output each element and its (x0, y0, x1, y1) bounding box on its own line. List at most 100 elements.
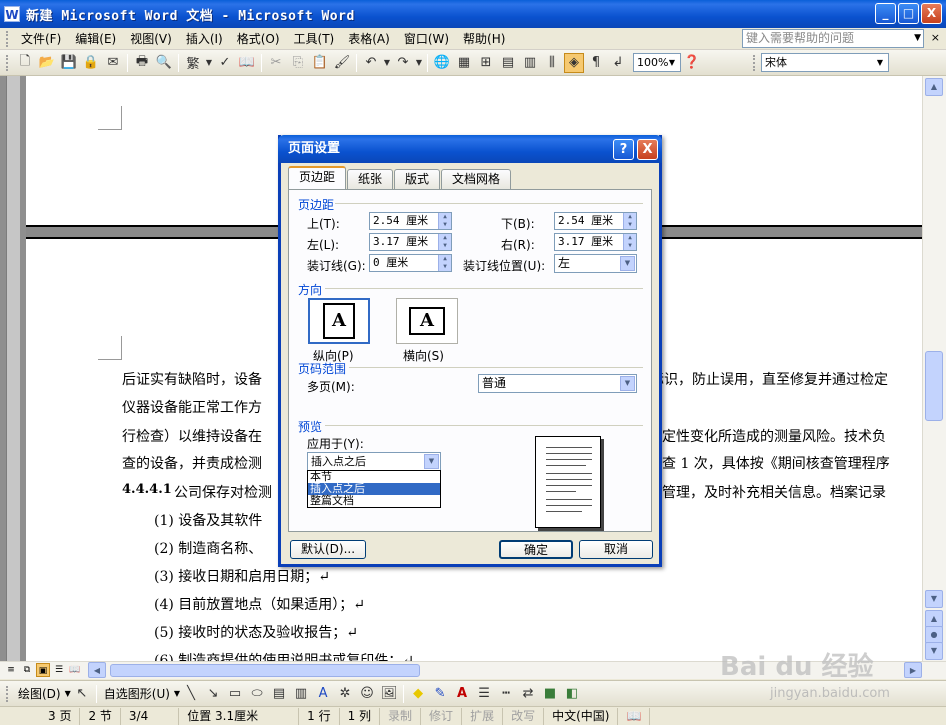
menu-help[interactable]: 帮助(H) (456, 28, 512, 49)
wordart-icon[interactable]: A (313, 684, 333, 704)
help-icon[interactable]: ❓ (682, 53, 702, 73)
arrow-style-icon[interactable]: ⇄ (518, 684, 538, 704)
menu-window[interactable]: 窗口(W) (397, 28, 456, 49)
chevron-down-icon[interactable]: ▼ (205, 53, 213, 73)
dialog-help-button[interactable]: ? (613, 139, 634, 160)
dash-style-icon[interactable]: ┅ (496, 684, 516, 704)
columns-icon[interactable]: ▥ (520, 53, 540, 73)
cancel-button[interactable]: 取消 (579, 540, 653, 559)
chevron-down-icon[interactable]: ▼ (620, 256, 635, 271)
document-map-icon[interactable]: ◈ (564, 52, 584, 73)
menu-edit[interactable]: 编辑(E) (68, 28, 123, 49)
scroll-left-icon[interactable]: ◀ (88, 662, 106, 678)
chevron-down-icon[interactable]: ▼ (620, 376, 635, 391)
status-overtype[interactable]: 改写 (503, 707, 545, 725)
spelling-icon[interactable]: ✓ (215, 53, 235, 73)
print-view-icon[interactable]: ▣ (36, 663, 50, 677)
picture-icon[interactable]: 🖼 (379, 684, 399, 704)
chevron-down-icon[interactable]: ▼ (873, 55, 887, 70)
spinner-arrows-icon[interactable]: ▲ ▼ (438, 213, 451, 229)
gutter-spinner[interactable]: 0 厘米 ▲ ▼ (369, 254, 452, 272)
apply-option-whole-document[interactable]: 整篇文档 (308, 495, 440, 507)
menu-view[interactable]: 视图(V) (123, 28, 179, 49)
scroll-right-icon[interactable]: ▶ (904, 662, 922, 678)
scroll-down-icon[interactable]: ▼ (925, 590, 943, 608)
spinner-arrows-icon[interactable]: ▲ ▼ (438, 234, 451, 250)
default-button[interactable]: 默认(D)... (290, 540, 366, 559)
save-icon[interactable]: 💾 (59, 53, 79, 73)
permission-icon[interactable]: 🔒 (81, 53, 101, 73)
chevron-down-icon[interactable]: ▼ (174, 689, 180, 698)
oval-icon[interactable]: ⬭ (247, 684, 267, 704)
normal-view-icon[interactable]: ≡ (4, 663, 18, 677)
3d-style-icon[interactable]: ◧ (562, 684, 582, 704)
spinner-arrows-icon[interactable]: ▲ ▼ (623, 213, 636, 229)
menu-insert[interactable]: 插入(I) (179, 28, 230, 49)
undo-icon[interactable]: ↶ (361, 53, 381, 73)
dialog-close-button[interactable]: X (637, 139, 658, 160)
scroll-up-icon[interactable]: ▲ (925, 78, 943, 96)
ok-button[interactable]: 确定 (499, 540, 573, 559)
web-view-icon[interactable]: ⧉ (20, 663, 34, 677)
show-hide-icon[interactable]: ¶ (586, 53, 606, 73)
bottom-margin-spinner[interactable]: 2.54 厘米 ▲ ▼ (554, 212, 637, 230)
fill-color-icon[interactable]: ◆ (408, 684, 428, 704)
clipart-icon[interactable]: ☺ (357, 684, 377, 704)
vertical-scrollbar[interactable]: ▲ ▼ ▲ ● ▼ (922, 76, 946, 661)
help-search-input[interactable]: 键入需要帮助的问题 ▼ (742, 29, 924, 48)
menu-tools[interactable]: 工具(T) (287, 28, 342, 49)
status-record[interactable]: 录制 (380, 707, 422, 725)
print-icon[interactable]: 🖶 (132, 53, 152, 73)
apply-to-dropdown-list[interactable]: 本节 插入点之后 整篇文档 (307, 470, 441, 508)
spinner-arrows-icon[interactable]: ▲ ▼ (438, 255, 451, 271)
chevron-down-icon[interactable]: ▼ (383, 53, 391, 73)
tab-paper[interactable]: 纸张 (347, 169, 394, 189)
top-margin-spinner[interactable]: 2.54 厘米 ▲ ▼ (369, 212, 452, 230)
new-document-icon[interactable]: 🗋 (15, 53, 35, 73)
gutter-position-select[interactable]: 左 ▼ (554, 254, 637, 273)
insert-table-icon[interactable]: ⊞ (476, 53, 496, 73)
select-objects-icon[interactable]: ↖ (72, 684, 92, 704)
word-app-icon[interactable]: W (4, 6, 20, 22)
toolbar-grip[interactable] (753, 54, 757, 71)
tables-borders-icon[interactable]: ▦ (454, 53, 474, 73)
zoom-select[interactable]: 100% ▼ (633, 53, 681, 72)
reading-icon[interactable]: ↲ (608, 53, 628, 73)
insert-excel-icon[interactable]: ▤ (498, 53, 518, 73)
tab-layout[interactable]: 版式 (394, 169, 441, 189)
format-painter-icon[interactable]: 🖌 (332, 53, 352, 73)
line-style-icon[interactable]: ☰ (474, 684, 494, 704)
spelling-status-icon[interactable]: 📖 (618, 707, 651, 725)
menu-file[interactable]: 文件(F) (14, 28, 68, 49)
draw-menu[interactable]: 绘图(D) (14, 685, 65, 702)
chevron-down-icon[interactable]: ▼ (415, 53, 423, 73)
chevron-down-icon[interactable]: ▼ (914, 30, 921, 47)
portrait-option[interactable]: A (308, 298, 370, 344)
outline-view-icon[interactable]: ☰ (52, 663, 66, 677)
line-color-icon[interactable]: ✎ (430, 684, 450, 704)
scroll-thumb[interactable] (925, 351, 943, 421)
hyperlink-icon[interactable]: 🌐 (432, 53, 452, 73)
font-color-icon[interactable]: A (452, 684, 472, 704)
chevron-down-icon[interactable]: ▼ (65, 689, 71, 698)
reading-view-icon[interactable]: 📖 (68, 663, 82, 677)
right-margin-spinner[interactable]: 3.17 厘米 ▲ ▼ (554, 233, 637, 251)
copy-icon[interactable]: ⎘ (288, 53, 308, 73)
apply-to-select[interactable]: 插入点之后 ▼ (307, 452, 441, 471)
tab-document-grid[interactable]: 文档网格 (441, 169, 512, 189)
shadow-icon[interactable]: ■ (540, 684, 560, 704)
paste-icon[interactable]: 📋 (310, 53, 330, 73)
dialog-title-bar[interactable]: 页面设置 ? X (278, 135, 662, 163)
cut-icon[interactable]: ✂ (266, 53, 286, 73)
arrow-icon[interactable]: ↘ (203, 684, 223, 704)
status-extend[interactable]: 扩展 (462, 707, 504, 725)
menu-format[interactable]: 格式(O) (230, 28, 287, 49)
drawing-icon[interactable]: ⫼ (542, 53, 562, 73)
print-preview-icon[interactable]: 🔍 (154, 53, 174, 73)
spinner-arrows-icon[interactable]: ▲ ▼ (623, 234, 636, 250)
vertical-textbox-icon[interactable]: ▥ (291, 684, 311, 704)
research-icon[interactable]: 📖 (237, 53, 257, 73)
line-icon[interactable]: ╲ (181, 684, 201, 704)
chevron-down-icon[interactable]: ▼ (424, 454, 439, 469)
multiple-pages-select[interactable]: 普通 ▼ (478, 374, 637, 393)
